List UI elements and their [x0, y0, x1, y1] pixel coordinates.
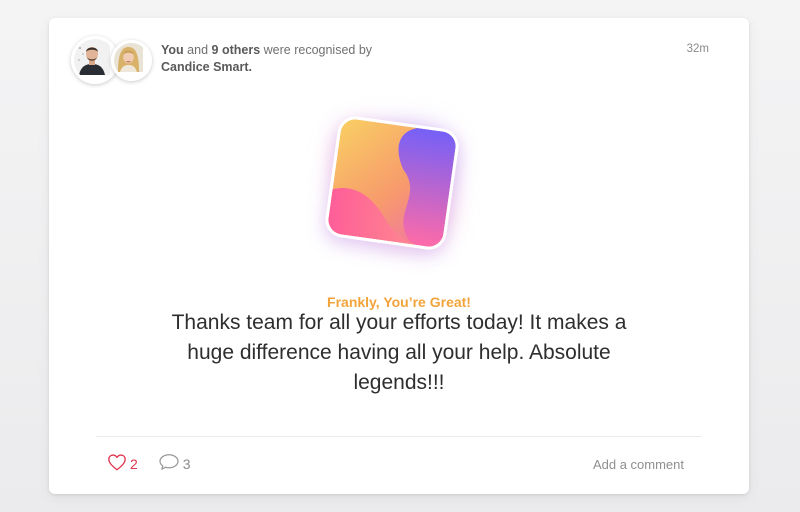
badge-image — [323, 114, 461, 252]
heart-outline-icon — [107, 453, 127, 476]
recognition-message: Thanks team for all your efforts today! … — [171, 311, 627, 394]
award-badge — [317, 110, 467, 260]
headline-you[interactable]: You — [161, 43, 184, 57]
footer-divider — [96, 436, 702, 437]
speech-bubble-icon — [158, 453, 180, 476]
recognition-headline: You and 9 others were recognised by Cand… — [161, 42, 461, 76]
headline-recognizer[interactable]: Candice Smart. — [161, 60, 252, 74]
headline-verb: were recognised by — [263, 43, 373, 57]
add-comment-link[interactable]: Add a comment — [593, 457, 684, 472]
like-count: 2 — [130, 456, 138, 472]
post-actions: 2 3 — [107, 453, 191, 476]
comment-count: 3 — [182, 456, 191, 472]
recognition-card: You and 9 others were recognised by Cand… — [49, 18, 749, 494]
headline-conj: and — [187, 43, 209, 57]
comment-button[interactable]: 3 — [158, 453, 191, 476]
like-button[interactable]: 2 — [107, 453, 138, 476]
avatar[interactable] — [111, 40, 152, 81]
post-timestamp: 32m — [686, 43, 709, 55]
headline-others[interactable]: 9 others — [212, 43, 261, 57]
avatar-group[interactable] — [71, 36, 152, 84]
